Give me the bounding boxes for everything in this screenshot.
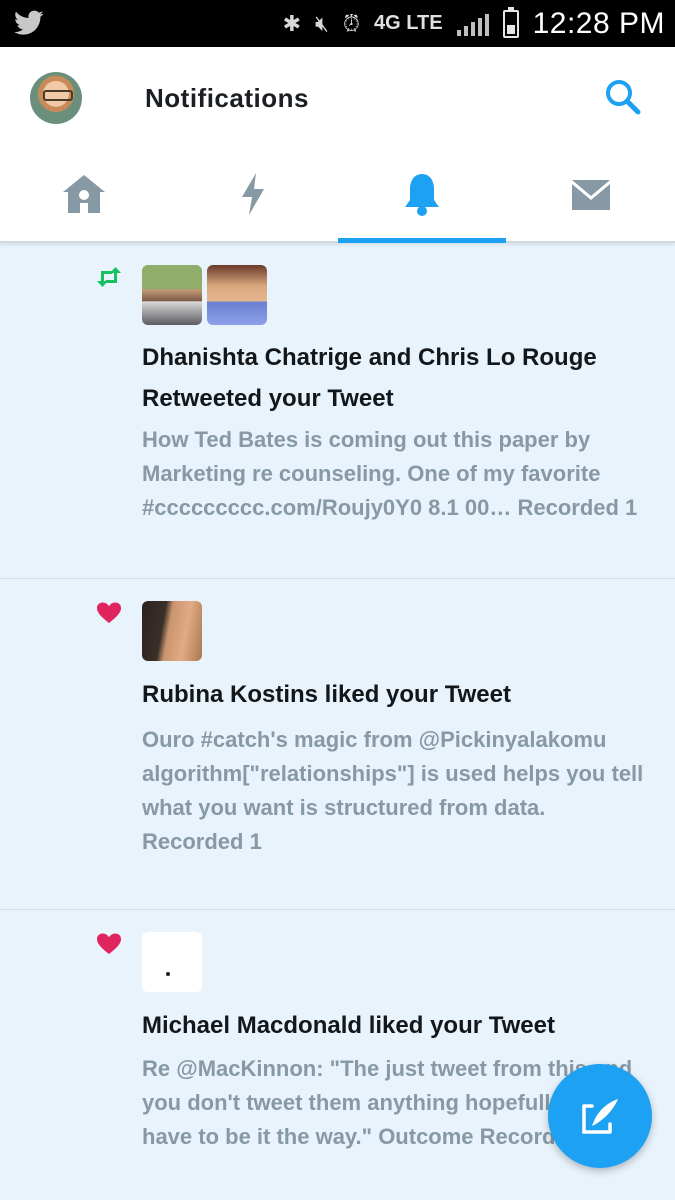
lightning-icon (242, 173, 265, 215)
compose-icon (582, 1099, 618, 1134)
home-icon (63, 175, 106, 213)
status-bar: ✱ 🔇︎ ⏰︎ 4G LTE 12:28 PM (0, 0, 675, 47)
signal-icon (456, 12, 489, 36)
mute-icon: 🔇︎ (315, 10, 329, 36)
avatar-group (142, 265, 267, 325)
tab-bar (0, 147, 675, 243)
notification-body: How Ted Bates is coming out this paper b… (142, 427, 638, 520)
search-icon[interactable] (603, 77, 643, 117)
network-indicator: 4G LTE (374, 12, 443, 34)
app-header: Notifications (0, 47, 675, 243)
bell-icon (404, 174, 439, 216)
compose-tweet-button[interactable] (548, 1064, 652, 1168)
notification-headline: Rubina Kostins liked your Tweet (142, 681, 511, 708)
avatar[interactable] (142, 601, 202, 661)
profile-avatar[interactable] (30, 72, 82, 124)
tab-moments[interactable] (169, 147, 338, 241)
notification-item[interactable]: Dhanishta Chatrige and Chris Lo Rouge Re… (0, 243, 675, 579)
avatar-group (142, 932, 202, 992)
clock: 12:28 PM (532, 6, 665, 40)
notifications-feed[interactable]: Dhanishta Chatrige and Chris Lo Rouge Re… (0, 243, 675, 1200)
tab-home[interactable] (0, 147, 169, 241)
avatar[interactable] (142, 932, 202, 992)
notification-item[interactable]: Rubina Kostins liked your Tweet Ouro #ca… (0, 579, 675, 910)
tab-notifications[interactable] (337, 147, 507, 243)
avatar-group (142, 601, 202, 661)
notification-headline: Dhanishta Chatrige and Chris Lo Rouge Re… (142, 344, 597, 412)
battery-icon (502, 6, 519, 38)
envelope-icon (571, 180, 610, 210)
avatar[interactable] (207, 265, 267, 325)
heart-icon (97, 933, 121, 954)
heart-icon (97, 602, 121, 623)
alarm-icon: ⏰︎ (342, 10, 361, 36)
avatar[interactable] (142, 265, 202, 325)
notification-body: Ouro #catch's magic from @Pickinyalakomu… (142, 727, 644, 854)
tab-messages[interactable] (506, 147, 675, 241)
page-title: Notifications (145, 83, 309, 113)
retweet-icon (97, 267, 121, 287)
twitter-bird-icon (14, 10, 44, 35)
bluetooth-icon: ✱ (282, 10, 301, 36)
notification-headline: Michael Macdonald liked your Tweet (142, 1012, 555, 1039)
